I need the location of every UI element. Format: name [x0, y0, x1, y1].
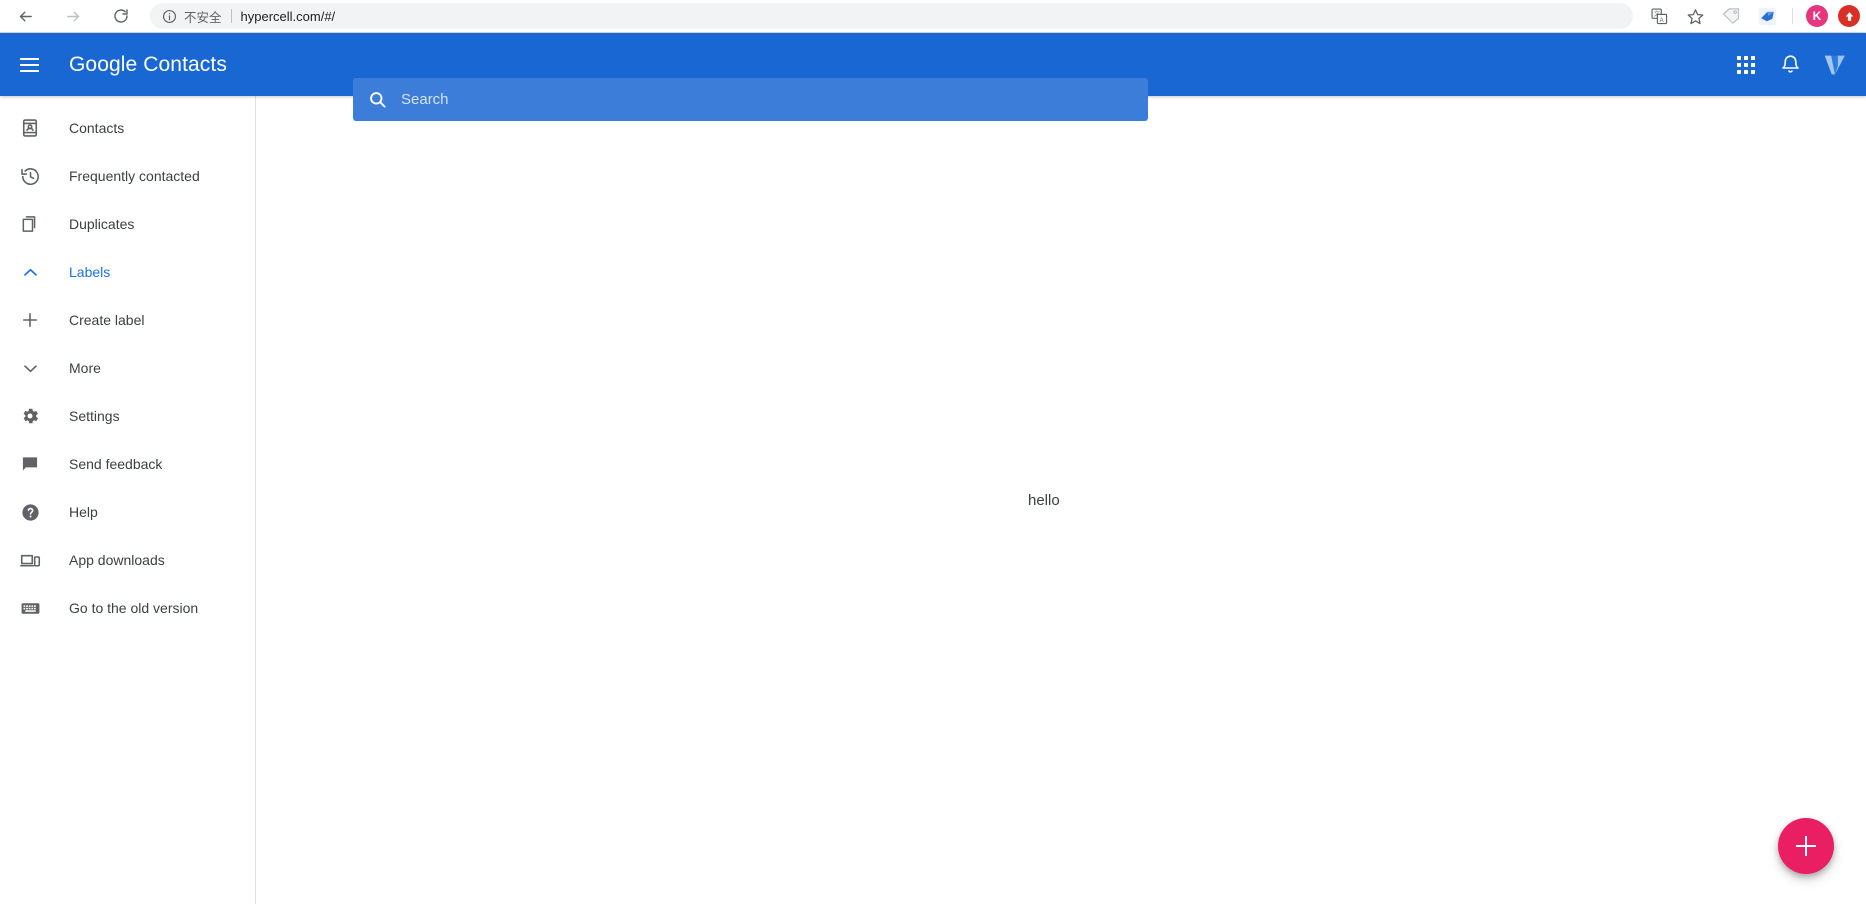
speech-bubble-icon [18, 452, 42, 476]
bell-icon[interactable] [1768, 43, 1812, 87]
bookmark-star-icon[interactable] [1682, 3, 1708, 29]
header-actions [1724, 33, 1852, 96]
back-button[interactable] [10, 1, 40, 31]
main-content-area: hello [257, 96, 1866, 904]
chevron-up-icon [18, 260, 42, 284]
help-circle-icon [18, 500, 42, 524]
apps-grid-icon[interactable] [1724, 43, 1768, 87]
tag-extension-icon[interactable] [1718, 3, 1744, 29]
sidebar-item-label: Help [69, 504, 98, 520]
sidebar-item-label: Contacts [69, 120, 125, 136]
sidebar-item-label: Send feedback [69, 456, 163, 472]
url-text: hypercell.com/#/ [240, 8, 336, 24]
sidebar-navigation: Contacts Frequently contacted Duplicates [0, 96, 256, 904]
sidebar-item-label: Settings [69, 408, 120, 424]
history-clock-icon [18, 164, 42, 188]
contact-card-icon [18, 116, 42, 140]
plus-icon [18, 308, 42, 332]
sidebar-item-contacts[interactable]: Contacts [0, 104, 255, 152]
app-header-bar: Google Contacts Search [0, 33, 1866, 121]
address-bar[interactable]: 不安全 hypercell.com/#/ [150, 3, 1633, 29]
search-icon [368, 90, 387, 109]
browser-toolbar: 不安全 hypercell.com/#/ 文 A [0, 0, 1866, 33]
content-message: hello [1028, 492, 1060, 509]
arrow-left-icon [17, 8, 34, 25]
search-input[interactable]: Search [353, 78, 1148, 121]
gear-icon [18, 404, 42, 428]
security-status-label: 不安全 [184, 9, 222, 25]
sidebar-item-more[interactable]: More [0, 344, 255, 392]
sidebar-item-label: Create label [69, 312, 145, 328]
sidebar-item-label: Labels [69, 264, 111, 280]
bird-extension-icon[interactable] [1754, 3, 1780, 29]
hamburger-menu-icon[interactable] [11, 47, 47, 83]
sidebar-item-old-version[interactable]: Go to the old version [0, 584, 255, 632]
svg-text:A: A [1659, 17, 1663, 23]
omnibox-divider [230, 9, 232, 23]
reload-button[interactable] [106, 1, 136, 31]
sidebar-item-duplicates[interactable]: Duplicates [0, 200, 255, 248]
sidebar-item-help[interactable]: Help [0, 488, 255, 536]
copy-pages-icon [18, 212, 42, 236]
page-title: Google Contacts [69, 52, 227, 76]
update-arrow-icon[interactable] [1838, 5, 1860, 27]
sidebar-item-create-label[interactable]: Create label [0, 296, 255, 344]
sidebar-item-app-downloads[interactable]: App downloads [0, 536, 255, 584]
reload-icon [113, 8, 129, 24]
sidebar-item-label: Go to the old version [69, 600, 199, 616]
chevron-down-icon [18, 356, 42, 380]
arrow-right-icon [65, 8, 82, 25]
sidebar-item-labels[interactable]: Labels [0, 248, 255, 296]
browser-action-icons: 文 A K [1641, 3, 1866, 29]
translate-icon[interactable]: 文 A [1646, 3, 1672, 29]
sidebar-item-label: Frequently contacted [69, 168, 200, 184]
sidebar-item-frequently-contacted[interactable]: Frequently contacted [0, 152, 255, 200]
sidebar-item-label: More [69, 360, 101, 376]
create-contact-button[interactable] [1778, 818, 1834, 874]
forward-button[interactable] [58, 1, 88, 31]
v-logo-avatar[interactable] [1818, 48, 1852, 82]
search-placeholder: Search [401, 91, 449, 108]
sidebar-item-label: Duplicates [69, 216, 135, 232]
info-circle-icon[interactable] [162, 9, 177, 24]
sidebar-item-settings[interactable]: Settings [0, 392, 255, 440]
devices-icon [18, 548, 42, 572]
sidebar-item-send-feedback[interactable]: Send feedback [0, 440, 255, 488]
profile-avatar[interactable]: K [1806, 5, 1828, 27]
sidebar-item-label: App downloads [69, 552, 165, 568]
toolbar-divider [1792, 8, 1793, 24]
keyboard-icon [18, 596, 42, 620]
